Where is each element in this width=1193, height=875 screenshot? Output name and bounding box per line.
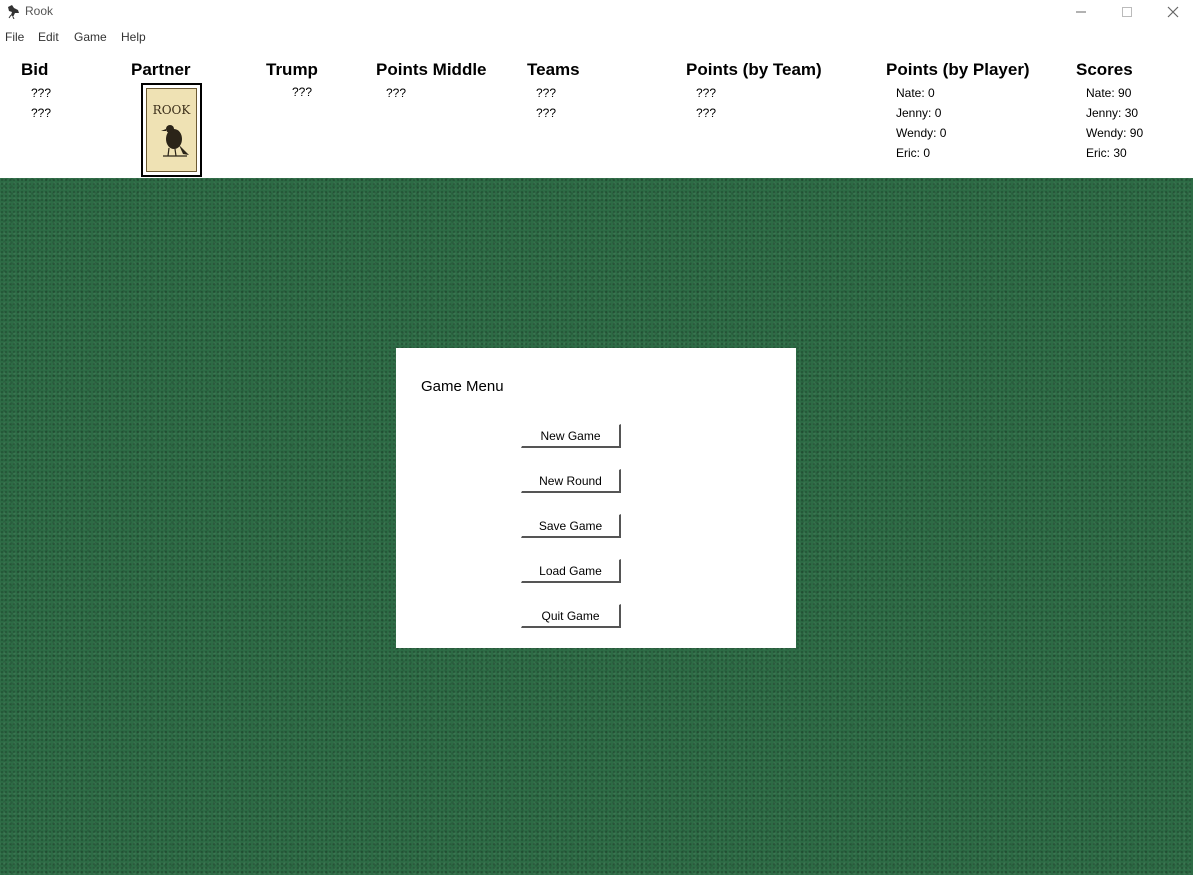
game-menu-title: Game Menu (421, 378, 504, 395)
points-by-player-heading: Points (by Player) (886, 60, 1030, 79)
minimize-button[interactable] (1058, 0, 1104, 24)
close-button[interactable] (1150, 0, 1193, 24)
team-value-2: ??? (536, 106, 557, 120)
card-face: ROOK (146, 88, 197, 172)
score-eric: Eric: 30 (1086, 146, 1127, 160)
points-team-value-1: ??? (696, 86, 717, 100)
maximize-icon (1122, 7, 1132, 17)
trump-value: ??? (292, 85, 313, 99)
points-team-value-2: ??? (696, 106, 717, 120)
rook-bird-icon (161, 125, 189, 157)
rook-bird-icon (8, 5, 19, 19)
maximize-button[interactable] (1104, 0, 1150, 24)
partner-heading: Partner (131, 60, 191, 79)
points-middle-value: ??? (386, 86, 407, 100)
window-title: Rook (25, 4, 54, 18)
save-game-button[interactable]: Save Game (521, 514, 621, 538)
bid-value-2: ??? (31, 106, 52, 120)
partner-card: ROOK (141, 83, 202, 177)
score-jenny: Jenny: 30 (1086, 106, 1139, 120)
minimize-icon (1076, 11, 1086, 13)
menu-file[interactable]: File (5, 30, 24, 44)
new-round-button[interactable]: New Round (521, 469, 621, 493)
points-player-jenny: Jenny: 0 (896, 106, 942, 120)
score-wendy: Wendy: 90 (1086, 126, 1144, 140)
points-player-wendy: Wendy: 0 (896, 126, 947, 140)
game-menu-dialog: Game Menu New Game New Round Save Game L… (396, 348, 796, 648)
quit-game-button[interactable]: Quit Game (521, 604, 621, 628)
teams-heading: Teams (527, 60, 580, 79)
new-game-button[interactable]: New Game (521, 424, 621, 448)
menu-help[interactable]: Help (121, 30, 146, 44)
points-by-team-heading: Points (by Team) (686, 60, 822, 79)
bid-heading: Bid (21, 60, 49, 79)
points-middle-heading: Points Middle (376, 60, 487, 79)
trump-heading: Trump (266, 60, 318, 79)
score-nate: Nate: 90 (1086, 86, 1132, 100)
team-value-1: ??? (536, 86, 557, 100)
load-game-button[interactable]: Load Game (521, 559, 621, 583)
menu-bar: File Edit Game Help (0, 28, 400, 48)
points-player-nate: Nate: 0 (896, 86, 935, 100)
menu-game[interactable]: Game (74, 30, 107, 44)
scores-heading: Scores (1076, 60, 1133, 79)
points-player-eric: Eric: 0 (896, 146, 931, 160)
bid-value-1: ??? (31, 86, 52, 100)
card-rook-label: ROOK (152, 103, 191, 117)
title-bar: Rook (0, 0, 1193, 24)
close-icon (1167, 6, 1179, 18)
menu-edit[interactable]: Edit (38, 30, 59, 44)
